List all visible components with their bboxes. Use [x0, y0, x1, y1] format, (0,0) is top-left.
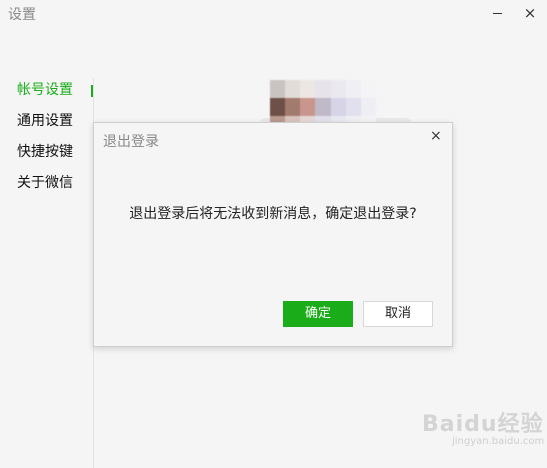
minimize-icon[interactable] — [491, 6, 505, 20]
watermark-logo: Baidu经验 — [422, 412, 544, 437]
sidebar-item-about[interactable]: 关于微信 — [0, 171, 93, 202]
confirm-button[interactable]: 确定 — [283, 301, 353, 327]
dialog-title: 退出登录 — [103, 134, 159, 150]
logout-dialog: 退出登录 × 退出登录后将无法收到新消息，确定退出登录? 确定 取消 — [93, 122, 453, 347]
watermark-url: jingyan.baidu.com — [452, 436, 545, 447]
cancel-button[interactable]: 取消 — [363, 301, 433, 327]
settings-sidebar: 帐号设置 通用设置 快捷按键 关于微信 — [0, 78, 94, 468]
dialog-close-icon[interactable]: × — [430, 129, 442, 143]
sidebar-item-account[interactable]: 帐号设置 — [0, 78, 93, 109]
dialog-message: 退出登录后将无法收到新消息，确定退出登录? — [129, 206, 417, 222]
window-title: 设置 — [8, 7, 36, 23]
close-icon[interactable]: × — [523, 6, 537, 21]
sidebar-item-shortcuts[interactable]: 快捷按键 — [0, 140, 93, 171]
sidebar-item-general[interactable]: 通用设置 — [0, 109, 93, 140]
